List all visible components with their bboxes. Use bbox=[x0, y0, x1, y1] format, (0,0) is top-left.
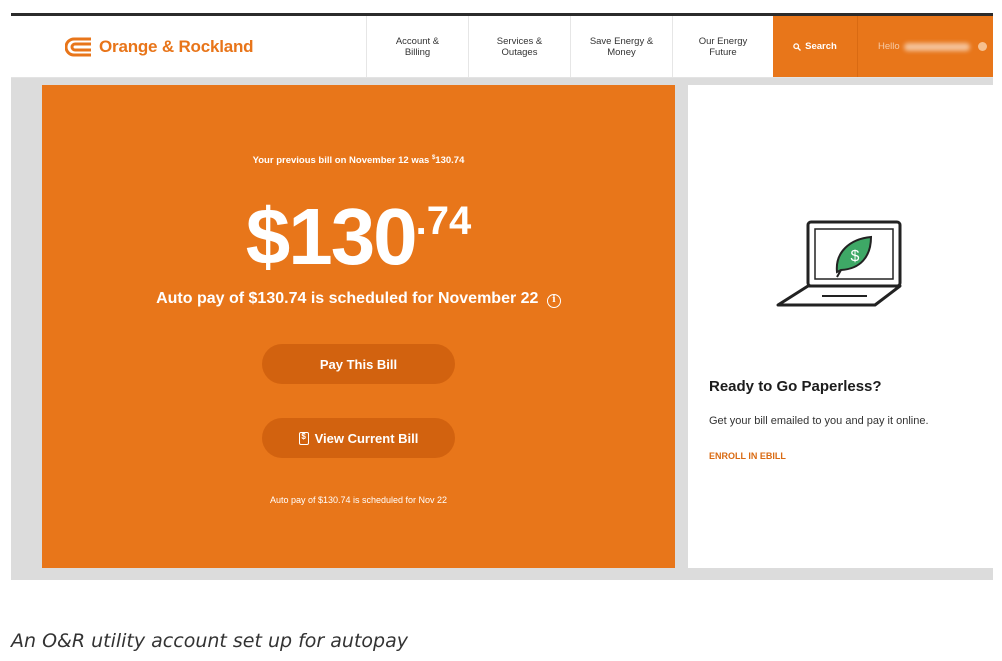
view-bill-label: View Current Bill bbox=[314, 430, 419, 446]
balance-cents: .74 bbox=[415, 199, 472, 243]
paperless-promo-card: $ Ready to Go Paperless? Get your bill e… bbox=[688, 85, 993, 568]
pay-bill-button[interactable]: Pay This Bill bbox=[262, 344, 455, 384]
bill-document-icon bbox=[298, 431, 309, 445]
logo-mark-icon bbox=[65, 37, 91, 56]
nav-account-billing[interactable]: Account & Billing bbox=[366, 16, 468, 77]
balance-dollars: $130 bbox=[245, 192, 418, 281]
autopay-status: Auto pay of $130.74 is scheduled for Nov… bbox=[42, 290, 675, 308]
nav-energy-future[interactable]: Our Energy Future bbox=[672, 16, 773, 77]
current-balance: $130.74 bbox=[42, 197, 675, 277]
autopay-note: Auto pay of $130.74 is scheduled for Nov… bbox=[269, 495, 448, 505]
search-button[interactable]: Search bbox=[773, 16, 857, 77]
info-icon[interactable]: i bbox=[546, 294, 561, 308]
view-current-bill-button[interactable]: View Current Bill bbox=[262, 418, 455, 458]
paperless-title: Ready to Go Paperless? bbox=[709, 378, 882, 395]
nav-services-outages[interactable]: Services & Outages bbox=[468, 16, 570, 77]
enroll-ebill-link[interactable]: ENROLL IN EBILL bbox=[709, 451, 786, 461]
bill-summary-panel: Your previous bill on November 12 was $1… bbox=[42, 85, 675, 568]
site-header: Orange & Rockland Account & Billing Serv… bbox=[11, 16, 993, 78]
search-icon bbox=[793, 42, 802, 51]
leaf-dollar-sign: $ bbox=[851, 248, 860, 265]
main-nav: Account & Billing Services & Outages Sav… bbox=[366, 16, 773, 77]
logo-text: Orange & Rockland bbox=[99, 36, 254, 56]
laptop-leaf-icon: $ bbox=[776, 220, 902, 307]
image-caption: An O&R utility account set up for autopa… bbox=[11, 630, 408, 652]
hello-label: Hello bbox=[878, 41, 900, 52]
nav-save-energy[interactable]: Save Energy & Money bbox=[570, 16, 672, 77]
pay-bill-label: Pay This Bill bbox=[319, 356, 398, 372]
redacted-user-name bbox=[903, 42, 970, 51]
account-menu-button[interactable]: Hello bbox=[857, 16, 993, 77]
previous-bill-amount: 130.74 bbox=[435, 155, 465, 167]
chevron-down-icon bbox=[977, 42, 987, 51]
autopay-text: Auto pay of $130.74 is scheduled for Nov… bbox=[156, 290, 539, 307]
paperless-description: Get your bill emailed to you and pay it … bbox=[709, 415, 929, 427]
logo[interactable]: Orange & Rockland bbox=[11, 16, 366, 77]
previous-bill-text: Your previous bill on November 12 was $1… bbox=[42, 155, 675, 166]
main-content: Your previous bill on November 12 was $1… bbox=[11, 78, 993, 580]
previous-bill-label: Your previous bill on November 12 was bbox=[252, 155, 432, 167]
search-label: Search bbox=[805, 41, 837, 52]
